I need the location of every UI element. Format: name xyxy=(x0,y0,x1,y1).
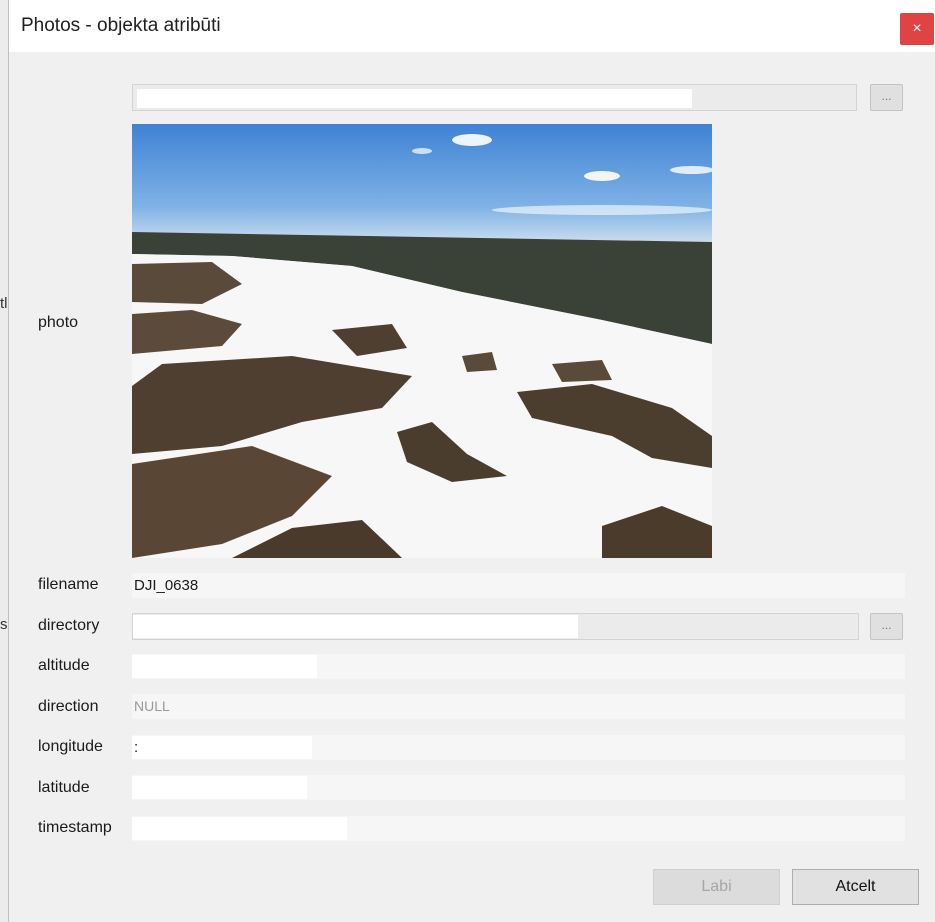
window-title: Photos - objekta atribūti xyxy=(21,15,221,36)
attributes-dialog: Photos - objekta atribūti × ... photo fi… xyxy=(8,0,935,922)
directory-browse-button[interactable]: ... xyxy=(870,613,903,640)
direction-value: NULL xyxy=(134,698,170,714)
latitude-label: latitude xyxy=(38,779,90,796)
altitude-input[interactable] xyxy=(132,654,905,679)
latitude-input[interactable] xyxy=(132,775,905,800)
background-text-fragment: tl xyxy=(0,295,8,312)
directory-label: directory xyxy=(38,617,100,634)
longitude-value-mask xyxy=(132,736,312,759)
cancel-button[interactable]: Atcelt xyxy=(792,869,919,905)
filename-label: filename xyxy=(38,576,99,593)
altitude-value-mask xyxy=(132,655,317,678)
direction-label: direction xyxy=(38,698,99,715)
filename-value: DJI_0638 xyxy=(134,577,199,594)
photo-browse-button[interactable]: ... xyxy=(870,84,903,111)
longitude-label: longitude xyxy=(38,738,103,755)
latitude-value-mask xyxy=(132,776,307,799)
photo-image xyxy=(132,124,712,558)
photo-preview xyxy=(132,124,712,558)
directory-input[interactable] xyxy=(132,613,859,640)
directory-value-mask xyxy=(133,615,578,638)
close-button[interactable]: × xyxy=(900,13,934,45)
photo-path-input[interactable] xyxy=(132,84,857,111)
background-text-fragment: s' xyxy=(0,616,8,633)
close-icon: × xyxy=(912,20,922,37)
ok-button[interactable]: Labi xyxy=(653,869,780,905)
longitude-input[interactable]: : xyxy=(132,735,905,760)
timestamp-value-mask xyxy=(132,817,347,840)
filename-input[interactable]: DJI_0638 xyxy=(132,573,905,598)
timestamp-input[interactable] xyxy=(132,816,905,841)
timestamp-label: timestamp xyxy=(38,819,112,836)
direction-input[interactable]: NULL xyxy=(132,694,905,719)
title-bar: Photos - objekta atribūti × xyxy=(9,0,935,52)
photo-label: photo xyxy=(38,314,79,331)
longitude-value: : xyxy=(134,739,139,756)
photo-path-value xyxy=(137,89,692,108)
altitude-label: altitude xyxy=(38,657,90,674)
